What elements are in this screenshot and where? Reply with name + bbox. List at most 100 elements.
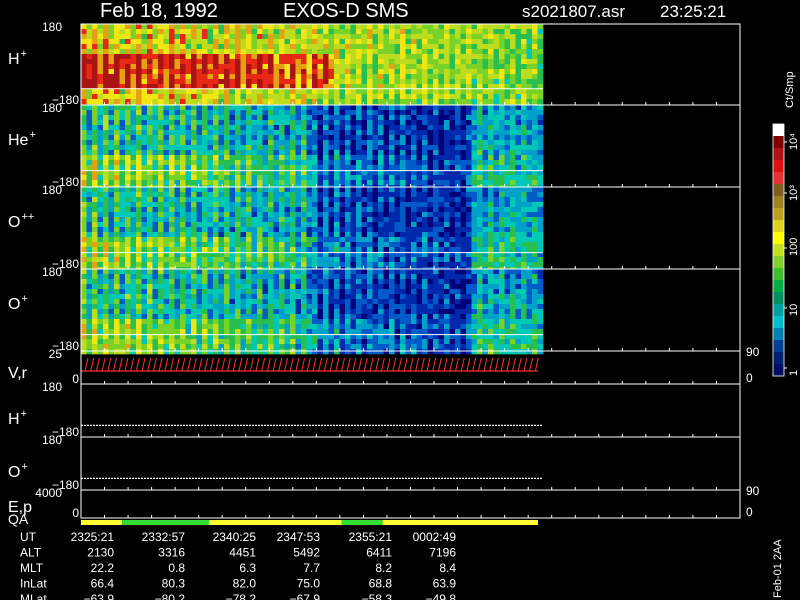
spectrogram-cell bbox=[86, 289, 93, 295]
spectrogram-cell bbox=[367, 110, 373, 116]
spectrogram-cell bbox=[158, 319, 164, 325]
spectrogram-cell bbox=[163, 59, 170, 65]
spectrogram-cell bbox=[499, 180, 505, 186]
spectrogram-cell bbox=[405, 130, 412, 136]
spectrogram-cell bbox=[158, 309, 164, 315]
spectrogram-cell bbox=[158, 94, 164, 100]
spectrogram-cell bbox=[422, 227, 428, 233]
spectrogram-cell bbox=[477, 110, 483, 116]
spectrogram-cell bbox=[141, 247, 148, 253]
spectrogram-cell bbox=[174, 187, 181, 193]
spectrogram-cell bbox=[455, 237, 461, 243]
spectrogram-cell bbox=[213, 197, 219, 203]
spectrogram-cell bbox=[97, 34, 104, 40]
spectrogram-cell bbox=[515, 145, 522, 151]
spectrogram-cell bbox=[532, 105, 538, 111]
spectrogram-cell bbox=[301, 54, 307, 60]
spectrogram-cell bbox=[169, 160, 175, 166]
spectrogram-cell bbox=[191, 279, 197, 285]
spectrogram-cell bbox=[526, 64, 533, 70]
spectrogram-cell bbox=[240, 34, 247, 40]
spectrogram-cell bbox=[180, 207, 186, 213]
spectrogram-cell bbox=[213, 247, 219, 253]
spectrogram-cell bbox=[411, 54, 417, 60]
spectrogram-cell bbox=[394, 125, 401, 131]
spectrogram-cell bbox=[169, 105, 175, 111]
spectrogram-cell bbox=[433, 187, 439, 193]
spectrogram-cell bbox=[537, 105, 544, 111]
spectrogram-cell bbox=[378, 227, 384, 233]
spectrogram-cell bbox=[119, 49, 126, 55]
spectrogram-cell bbox=[207, 64, 214, 70]
spectrogram-cell bbox=[317, 44, 324, 50]
spectrogram-cell bbox=[433, 79, 439, 85]
spectrogram-cell bbox=[163, 44, 170, 50]
spectrogram-cell bbox=[185, 262, 192, 268]
spectrogram-cell bbox=[372, 79, 379, 85]
spectrogram-cell bbox=[405, 105, 412, 111]
spectrogram-cell bbox=[279, 54, 285, 60]
spectrogram-cell bbox=[136, 150, 142, 156]
spectrogram-cell bbox=[125, 175, 131, 181]
spectrogram-cell bbox=[488, 232, 494, 238]
spectrogram-cell bbox=[235, 237, 241, 243]
spectrogram-cell bbox=[240, 160, 247, 166]
spectrogram-cell bbox=[246, 99, 252, 105]
spectrogram-cell bbox=[460, 150, 467, 156]
spectrogram-cell bbox=[378, 217, 384, 223]
spectrogram-cell bbox=[158, 197, 164, 203]
spectrogram-cell bbox=[257, 227, 263, 233]
spectrogram-cell bbox=[339, 192, 346, 198]
spectrogram-cell bbox=[389, 54, 395, 60]
spectrogram-cell bbox=[240, 69, 247, 75]
spectrogram-cell bbox=[207, 175, 214, 181]
spectrogram-cell bbox=[81, 115, 87, 121]
spectrogram-cell bbox=[163, 269, 170, 275]
spectrogram-cell bbox=[290, 207, 296, 213]
spectrogram-cell bbox=[372, 180, 379, 186]
spectrogram-cell bbox=[141, 105, 148, 111]
spectrogram-cell bbox=[537, 54, 544, 60]
spectrogram-cell bbox=[482, 74, 489, 80]
spectrogram-cell bbox=[488, 115, 494, 121]
spectrogram-cell bbox=[411, 175, 417, 181]
spectrogram-cell bbox=[427, 59, 434, 65]
spectrogram-cell bbox=[295, 125, 302, 131]
spectrogram-cell bbox=[301, 44, 307, 50]
spectrogram-cell bbox=[86, 145, 93, 151]
spectrogram-cell bbox=[389, 99, 395, 105]
spectrogram-cell bbox=[488, 207, 494, 213]
spectrogram-cell bbox=[306, 69, 313, 75]
spectrogram-cell bbox=[438, 110, 445, 116]
spectrogram-cell bbox=[416, 242, 423, 248]
spectrogram-cell bbox=[229, 309, 236, 315]
spectrogram-cell bbox=[493, 64, 500, 70]
spectrogram-cell bbox=[147, 232, 153, 238]
spectrogram-cell bbox=[455, 89, 461, 95]
spectrogram-cell bbox=[108, 135, 115, 141]
spectrogram-cell bbox=[279, 94, 285, 100]
spectrogram-cell bbox=[334, 150, 340, 156]
spectrogram-cell bbox=[372, 125, 379, 131]
spectrogram-cell bbox=[191, 29, 197, 35]
spectrogram-cell bbox=[246, 314, 252, 320]
spectrogram-cell bbox=[361, 180, 368, 186]
spectrogram-cell bbox=[207, 125, 214, 131]
spectrogram-cell bbox=[103, 89, 109, 95]
spectrogram-cell bbox=[125, 324, 131, 330]
spectrogram-cell bbox=[515, 89, 522, 95]
spectrogram-cell bbox=[273, 274, 280, 280]
spectrogram-cell bbox=[158, 59, 164, 65]
spectrogram-cell bbox=[246, 217, 252, 223]
spectrogram-cell bbox=[180, 39, 186, 45]
spectrogram-cell bbox=[152, 125, 159, 131]
spectrogram-cell bbox=[438, 262, 445, 268]
spectrogram-cell bbox=[262, 175, 269, 181]
spectrogram-cell bbox=[438, 49, 445, 55]
spectrogram-cell bbox=[510, 180, 516, 186]
spectrogram-cell bbox=[108, 339, 115, 345]
spectrogram-cell bbox=[185, 74, 192, 80]
spectrogram-cell bbox=[444, 192, 450, 198]
spectrogram-cell bbox=[356, 120, 362, 126]
spectrogram-cell bbox=[196, 299, 203, 305]
